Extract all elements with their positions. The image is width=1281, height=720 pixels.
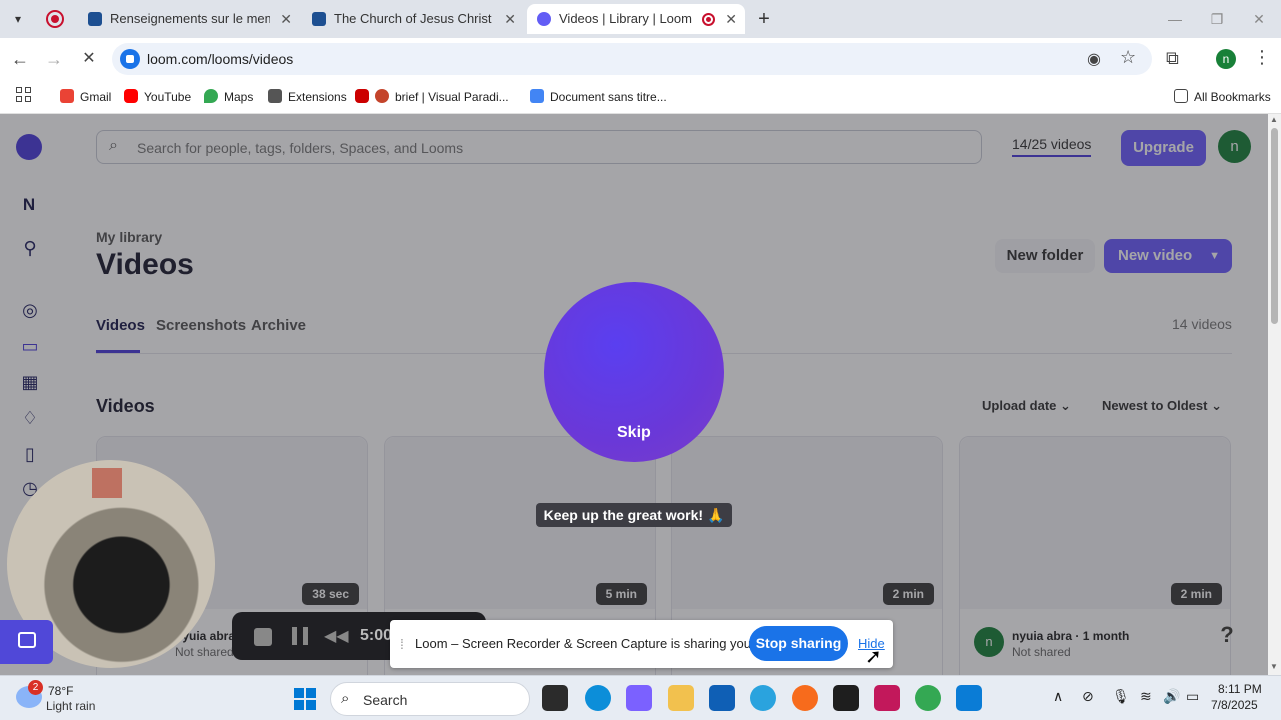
windows-start-icon[interactable] xyxy=(294,688,316,710)
close-window-button[interactable]: ✕ xyxy=(1244,8,1274,30)
camera-toggle-button[interactable] xyxy=(0,620,53,664)
screen-sharing-bar: ⁞ Loom – Screen Recorder & Screen Captur… xyxy=(390,620,893,668)
url-text[interactable]: loom.com/looms/videos xyxy=(147,51,293,67)
skip-countdown-button[interactable]: Skip xyxy=(617,424,651,442)
browser-toolbar: ← → ✕ loom.com/looms/videos ◉ ☆ xyxy=(0,38,1281,80)
forward-arrow-icon[interactable]: → xyxy=(43,48,65,70)
restart-icon[interactable]: ◀◀ xyxy=(324,626,349,646)
maps-pin-icon xyxy=(204,89,218,103)
taskbar-search[interactable]: ⌕ Search xyxy=(330,682,530,716)
minimize-button[interactable]: — xyxy=(1160,8,1190,30)
tab-title: Videos | Library | Loom xyxy=(559,11,692,26)
tab-title: Renseignements sur le membre xyxy=(110,11,270,26)
encouragement-toast: Keep up the great work! 🙏 xyxy=(536,503,732,527)
site-info-icon[interactable] xyxy=(120,49,140,69)
address-bar[interactable]: loom.com/looms/videos ◉ ☆ xyxy=(112,43,1152,75)
notification-badge: 2 xyxy=(28,680,43,695)
drag-handle-icon[interactable]: ⁞ xyxy=(400,636,404,652)
youtube-icon xyxy=(124,89,138,103)
loom-favicon-icon xyxy=(537,12,551,26)
tab-title: The Church of Jesus Christ of Latter-day… xyxy=(334,11,494,26)
microphone-icon[interactable]: 🎙 xyxy=(1112,688,1130,705)
scroll-up-icon[interactable]: ▲ xyxy=(1270,115,1278,124)
recording-indicator-icon xyxy=(46,10,64,28)
clock-time[interactable]: 8:11 PM xyxy=(1218,682,1262,696)
network-icon[interactable]: ⊘ xyxy=(1082,688,1094,705)
help-button[interactable]: ? xyxy=(1212,622,1242,652)
tab-strip: ▾ Renseignements sur le membre ✕ The Chu… xyxy=(0,0,1281,38)
bookmarks-bar: Gmail YouTube Maps Extensions brief | Vi… xyxy=(0,80,1281,114)
weather-desc: Light rain xyxy=(46,699,96,713)
close-tab-icon[interactable]: ✕ xyxy=(504,4,516,34)
page-scrollbar[interactable]: ▲ ▼ xyxy=(1268,114,1281,675)
app-orange-icon[interactable] xyxy=(792,685,818,711)
edge-browser-icon[interactable] xyxy=(585,685,611,711)
bookmark-document[interactable]: Document sans titre... xyxy=(530,87,667,107)
close-tab-icon[interactable]: ✕ xyxy=(725,4,737,34)
all-bookmarks[interactable]: All Bookmarks xyxy=(1174,87,1271,107)
recording-timer: 5:00 xyxy=(360,627,393,644)
profile-avatar[interactable]: n xyxy=(1216,49,1236,69)
weather-temp: 78°F xyxy=(48,684,74,698)
scrollbar-thumb[interactable] xyxy=(1271,128,1278,324)
puzzle-icon xyxy=(268,89,282,103)
stop-sharing-button[interactable]: Stop sharing xyxy=(749,626,848,661)
vscode-icon[interactable] xyxy=(956,685,982,711)
menu-kebab-icon[interactable]: ⋮ xyxy=(1253,47,1271,68)
restore-button[interactable]: ❐ xyxy=(1202,8,1232,30)
jetbrains-icon[interactable] xyxy=(874,685,900,711)
bookmark-visual-paradigm[interactable]: brief | Visual Paradi... xyxy=(355,87,509,107)
eye-slash-icon[interactable]: ◉ xyxy=(1087,49,1101,69)
church-favicon-icon xyxy=(88,12,102,26)
battery-icon[interactable]: ▭ xyxy=(1186,688,1199,705)
windows-taskbar: 2 78°F Light rain ⌕ Search ∧ ⊘ 🎙 ≋ 🔊 ▭ 8… xyxy=(0,675,1281,720)
tab-church[interactable]: The Church of Jesus Christ of Latter-day… xyxy=(302,4,524,34)
gmail-icon xyxy=(60,89,74,103)
mouse-cursor-icon: ➚ xyxy=(865,646,882,668)
volume-icon[interactable]: 🔊 xyxy=(1163,688,1180,705)
tab-loom-videos[interactable]: Videos | Library | Loom ✕ xyxy=(527,4,745,34)
clock-date[interactable]: 7/8/2025 xyxy=(1211,698,1258,712)
tab-renseignements[interactable]: Renseignements sur le membre ✕ xyxy=(78,4,300,34)
new-tab-button[interactable]: + xyxy=(753,8,775,30)
scroll-down-icon[interactable]: ▼ xyxy=(1270,662,1278,671)
weather-widget[interactable]: 2 78°F Light rain xyxy=(16,680,136,716)
youtube-icon xyxy=(355,89,369,103)
bookmark-star-icon[interactable]: ☆ xyxy=(1120,47,1136,68)
extensions-puzzle-icon[interactable]: ⧉ xyxy=(1166,48,1179,69)
intellij-icon[interactable] xyxy=(833,685,859,711)
stop-loading-icon[interactable]: ✕ xyxy=(78,48,100,70)
task-view-icon[interactable] xyxy=(542,685,568,711)
copilot-icon[interactable] xyxy=(626,685,652,711)
stop-recording-icon[interactable] xyxy=(254,628,272,646)
sharing-message: Loom – Screen Recorder & Screen Capture … xyxy=(415,636,802,651)
bookmark-gmail[interactable]: Gmail xyxy=(60,87,111,107)
pause-icon[interactable] xyxy=(292,627,308,645)
bookmark-youtube[interactable]: YouTube xyxy=(124,87,191,107)
tray-overflow-icon[interactable]: ∧ xyxy=(1053,688,1063,705)
chrome-icon[interactable] xyxy=(915,685,941,711)
wifi-icon[interactable]: ≋ xyxy=(1140,688,1152,705)
close-tab-icon[interactable]: ✕ xyxy=(280,4,292,34)
tab-search-chevron-icon[interactable]: ▾ xyxy=(8,9,28,29)
apps-grid-icon[interactable] xyxy=(16,87,32,103)
folder-icon xyxy=(1174,89,1188,103)
bookmark-maps[interactable]: Maps xyxy=(204,87,253,107)
search-icon: ⌕ xyxy=(341,690,350,707)
camera-icon xyxy=(18,632,36,648)
telegram-icon[interactable] xyxy=(750,685,776,711)
back-arrow-icon[interactable]: ← xyxy=(9,48,31,70)
bookmark-extensions[interactable]: Extensions xyxy=(268,87,347,107)
tab-recording-icon xyxy=(702,13,715,26)
visual-paradigm-icon xyxy=(375,89,389,103)
docs-icon xyxy=(530,89,544,103)
church-favicon-icon xyxy=(312,12,326,26)
store-icon[interactable] xyxy=(709,685,735,711)
file-explorer-icon[interactable] xyxy=(668,685,694,711)
